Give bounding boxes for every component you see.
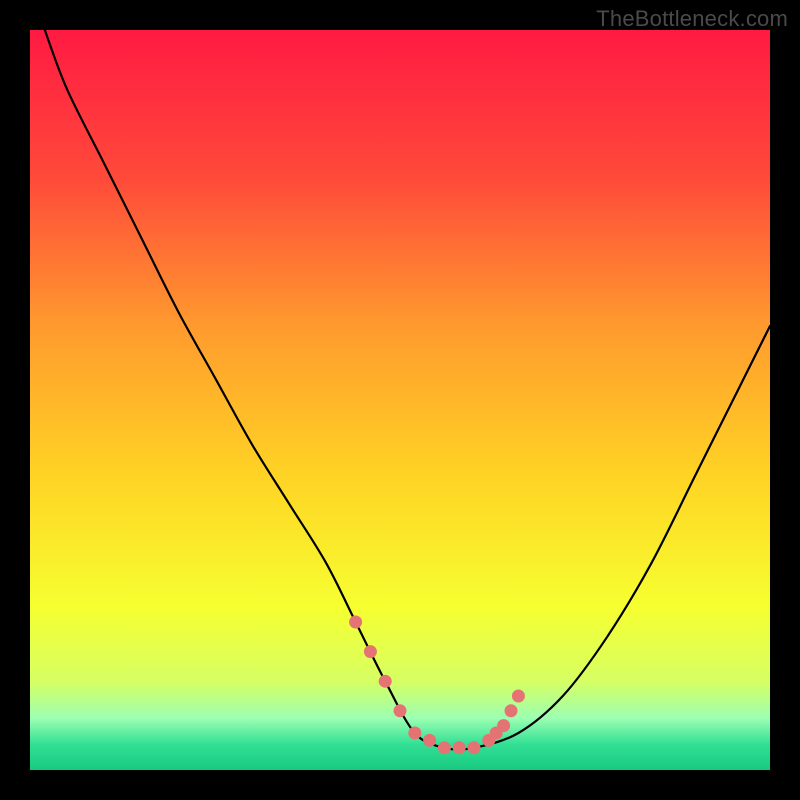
highlight-markers [349, 616, 525, 755]
chart-frame: TheBottleneck.com [0, 0, 800, 800]
marker-point [453, 741, 466, 754]
marker-point [423, 734, 436, 747]
marker-point [438, 741, 451, 754]
plot-area [30, 30, 770, 770]
bottleneck-curve [45, 30, 770, 750]
marker-point [379, 675, 392, 688]
marker-point [408, 727, 421, 740]
marker-point [394, 704, 407, 717]
watermark-text: TheBottleneck.com [596, 6, 788, 32]
marker-point [505, 704, 518, 717]
marker-point [364, 645, 377, 658]
marker-point [349, 616, 362, 629]
curve-layer [30, 30, 770, 770]
marker-point [512, 690, 525, 703]
marker-point [468, 741, 481, 754]
marker-point [497, 719, 510, 732]
